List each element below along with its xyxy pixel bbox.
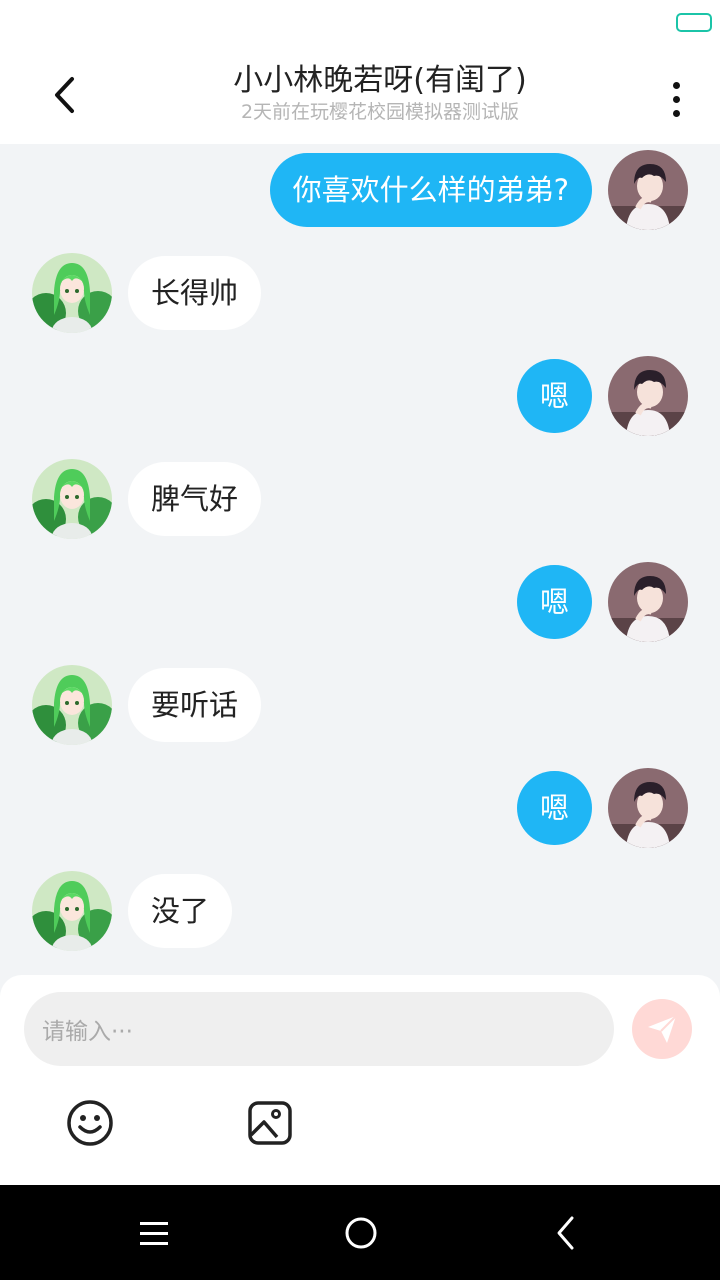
chat-subtitle: 2天前在玩樱花校园模拟器测试版	[240, 101, 520, 123]
message-bubble: 没了	[128, 874, 233, 948]
image-icon	[248, 1101, 292, 1145]
message-bubble: 嗯	[516, 565, 592, 639]
chat-header: 小小林晚若呀(有闺了) 2天前在玩樱花校园模拟器测试版	[0, 50, 720, 144]
nav-home-button[interactable]	[335, 1207, 387, 1259]
more-options-button[interactable]	[656, 74, 696, 124]
chevron-left-icon	[55, 77, 74, 113]
send-button[interactable]	[632, 999, 692, 1059]
more-vertical-icon	[672, 81, 680, 89]
message-row: 要听话	[32, 665, 262, 745]
message-row: 嗯	[516, 356, 688, 436]
home-circle-icon	[345, 1217, 377, 1249]
my-avatar[interactable]	[608, 768, 688, 848]
contact-avatar[interactable]	[32, 665, 112, 745]
message-row: 脾气好	[32, 459, 262, 539]
my-avatar[interactable]	[608, 356, 688, 436]
menu-icon	[140, 1221, 168, 1225]
message-list[interactable]: 你喜欢什么样的弟弟? 长得帅 嗯 脾气好 嗯 要听话 嗯 没了	[0, 144, 720, 974]
status-bar	[0, 0, 720, 50]
input-bar: 请输入···	[0, 975, 720, 1185]
battery-icon	[676, 13, 712, 32]
message-bubble: 嗯	[516, 359, 592, 433]
message-row: 嗯	[516, 562, 688, 642]
message-bubble: 要听话	[128, 668, 262, 742]
back-arrow-icon	[557, 1216, 574, 1250]
image-button[interactable]	[244, 1097, 296, 1149]
message-row: 没了	[32, 871, 233, 951]
contact-avatar[interactable]	[32, 459, 112, 539]
system-nav-bar	[0, 1185, 720, 1280]
nav-back-button[interactable]	[540, 1207, 592, 1259]
smiley-icon	[67, 1100, 113, 1146]
message-row: 你喜欢什么样的弟弟?	[269, 150, 688, 230]
message-bubble: 长得帅	[128, 256, 262, 330]
message-row: 长得帅	[32, 253, 262, 333]
contact-avatar[interactable]	[32, 253, 112, 333]
nav-menu-button[interactable]	[128, 1210, 180, 1256]
message-bubble: 你喜欢什么样的弟弟?	[269, 153, 592, 227]
message-bubble: 嗯	[516, 771, 592, 845]
emoji-button[interactable]	[64, 1097, 116, 1149]
message-input[interactable]: 请输入···	[24, 992, 614, 1066]
my-avatar[interactable]	[608, 562, 688, 642]
my-avatar[interactable]	[608, 150, 688, 230]
message-bubble: 脾气好	[128, 462, 262, 536]
contact-avatar[interactable]	[32, 871, 112, 951]
chat-title: 小小林晚若呀(有闺了)	[233, 63, 527, 98]
title-block: 小小林晚若呀(有闺了) 2天前在玩樱花校园模拟器测试版	[120, 62, 640, 124]
message-row: 嗯	[516, 768, 688, 848]
send-icon	[648, 1015, 677, 1043]
back-button[interactable]	[40, 70, 90, 120]
